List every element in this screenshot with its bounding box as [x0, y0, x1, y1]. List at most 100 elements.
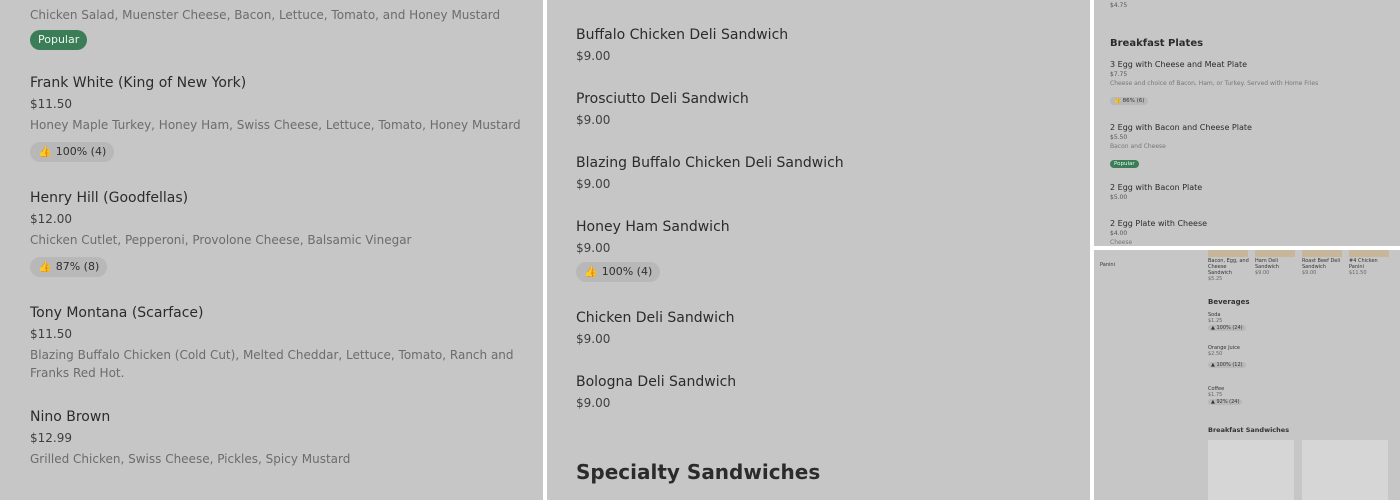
item-name: Bologna Deli Sandwich — [576, 374, 737, 390]
thumbs-up-icon: ▲ — [1211, 362, 1215, 368]
rating-text: 87% (8) — [55, 260, 100, 273]
menu-item-partial[interactable]: $4.75 — [1110, 2, 1390, 9]
item-price: $9.00 — [1302, 270, 1317, 276]
section-title: Breakfast Plates — [1110, 38, 1204, 49]
item-price: $9.00 — [576, 49, 611, 63]
thumbs-up-icon: 👍 — [38, 145, 52, 158]
item-price: $9.00 — [1255, 270, 1270, 276]
item-thumbnail[interactable] — [1302, 440, 1388, 500]
menu-item[interactable]: 2 Egg with Bacon and Cheese Plate $5.50 … — [1110, 123, 1390, 169]
item-price: $7.75 — [1110, 71, 1128, 78]
item-price: $4.00 — [1110, 230, 1128, 237]
popular-badge: Popular — [1110, 160, 1139, 168]
item-price: $9.00 — [576, 396, 611, 410]
menu-item[interactable]: Soda $1.25 ▲ 100% (24) — [1208, 312, 1246, 331]
rating-text: 100% (24) — [1216, 325, 1243, 331]
sidebar-item-panini[interactable]: Panini — [1100, 262, 1115, 268]
item-name: Chicken Deli Sandwich — [576, 310, 735, 326]
item-thumbnail — [1302, 250, 1342, 257]
item-price: $12.00 — [30, 212, 72, 226]
thumbs-up-icon: ▲ — [1211, 325, 1215, 331]
item-name: 3 Egg with Cheese and Meat Plate — [1110, 60, 1248, 69]
item-description: Bacon and Cheese — [1110, 143, 1166, 150]
rating-badge: 👍 86% (6) — [1110, 97, 1149, 105]
item-name: Ham Deli Sandwich — [1255, 258, 1279, 270]
item-thumbnail — [1208, 250, 1248, 257]
rating-text: 100% (4) — [601, 265, 653, 278]
item-name: Frank White (King of New York) — [30, 75, 247, 91]
item-price: $9.00 — [576, 332, 611, 346]
item-description: Chicken Salad, Muenster Cheese, Bacon, L… — [30, 8, 501, 22]
item-name: 2 Egg with Bacon Plate — [1110, 183, 1203, 192]
menu-panel-middle: Buffalo Chicken Deli Sandwich $9.00 Pros… — [547, 0, 1090, 500]
item-thumbnail — [1349, 250, 1389, 257]
item-price: $2.50 — [1208, 351, 1223, 357]
menu-item[interactable]: Henry Hill (Goodfellas) $12.00 Chicken C… — [30, 189, 523, 277]
item-name: #4 Chicken Panini — [1349, 258, 1378, 270]
rating-badge: 👍 100% (4) — [30, 142, 115, 162]
thumb-card[interactable]: #4 Chicken Panini $11.50 — [1349, 258, 1391, 276]
menu-item[interactable]: Bologna Deli Sandwich $9.00 — [576, 373, 1070, 411]
item-price: $4.75 — [1110, 2, 1128, 9]
item-thumbnail[interactable] — [1208, 440, 1294, 500]
item-price: $11.50 — [30, 97, 72, 111]
menu-panel-left: Chicken Salad, Muenster Cheese, Bacon, L… — [0, 0, 543, 500]
menu-item[interactable]: Prosciutto Deli Sandwich $9.00 — [576, 90, 1070, 128]
item-name: Nino Brown — [30, 409, 111, 425]
thumb-card[interactable]: Ham Deli Sandwich $9.00 — [1255, 258, 1297, 276]
item-price: $1.25 — [1208, 318, 1223, 324]
rating-badge: 👍 100% (4) — [576, 262, 661, 282]
menu-item[interactable]: Orange Juice $2.50 ▲ 100% (12) — [1208, 345, 1246, 368]
menu-item[interactable]: Tony Montana (Scarface) $11.50 Blazing B… — [30, 304, 523, 382]
menu-item[interactable]: 2 Egg Plate with Cheese $4.00 Cheese — [1110, 219, 1390, 246]
thumbs-up-icon: 👍 — [1114, 98, 1121, 104]
item-name: Roast Beef Deli Sandwich — [1302, 258, 1341, 270]
menu-item[interactable]: 3 Egg with Cheese and Meat Plate $7.75 C… — [1110, 60, 1390, 106]
section-title: Specialty Sandwiches — [576, 460, 821, 484]
item-price: $9.00 — [576, 113, 611, 127]
item-description: Grilled Chicken, Swiss Cheese, Pickles, … — [30, 452, 351, 466]
menu-item[interactable]: Frank White (King of New York) $11.50 Ho… — [30, 74, 523, 162]
item-description: Honey Maple Turkey, Honey Ham, Swiss Che… — [30, 118, 521, 132]
rating-badge: 👍 87% (8) — [30, 257, 108, 277]
menu-item[interactable]: 2 Egg with Bacon Plate $5.00 — [1110, 183, 1390, 201]
section-title: Breakfast Sandwiches — [1208, 426, 1290, 434]
rating-badge: ▲ 100% (24) — [1208, 325, 1246, 331]
rating-text: 100% (4) — [55, 145, 107, 158]
menu-item[interactable]: Coffee $1.75 ▲ 92% (24) — [1208, 386, 1243, 405]
menu-item-chicken-salad-partial[interactable]: Chicken Salad, Muenster Cheese, Bacon, L… — [30, 6, 523, 50]
item-name: Prosciutto Deli Sandwich — [576, 91, 749, 107]
item-price: $9.00 — [576, 241, 611, 255]
thumb-card[interactable]: Bacon, Egg, and Cheese Sandwich $5.25 — [1208, 258, 1250, 282]
item-description: Blazing Buffalo Chicken (Cold Cut), Melt… — [30, 348, 514, 380]
menu-item[interactable]: Honey Ham Sandwich $9.00 👍 100% (4) — [576, 218, 1070, 282]
rating-text: 100% (12) — [1216, 362, 1243, 368]
item-price: $1.75 — [1208, 392, 1223, 398]
section-heading: Specialty Sandwiches — [576, 460, 1070, 484]
item-price: $12.99 — [30, 431, 72, 445]
item-name: Tony Montana (Scarface) — [30, 305, 204, 321]
item-price: $5.25 — [1208, 276, 1223, 282]
item-name: 2 Egg Plate with Cheese — [1110, 219, 1208, 228]
item-price: $11.50 — [30, 327, 72, 341]
section-heading: Breakfast Plates — [1110, 38, 1390, 49]
item-name: 2 Egg with Bacon and Cheese Plate — [1110, 123, 1252, 132]
item-description: Chicken Cutlet, Pepperoni, Provolone Che… — [30, 233, 412, 247]
item-name: Henry Hill (Goodfellas) — [30, 190, 189, 206]
rating-badge: ▲ 92% (24) — [1208, 399, 1243, 405]
menu-item[interactable]: Buffalo Chicken Deli Sandwich $9.00 — [576, 26, 1070, 64]
item-description: Cheese and choice of Bacon, Ham, or Turk… — [1110, 80, 1319, 87]
menu-item[interactable]: Chicken Deli Sandwich $9.00 — [576, 309, 1070, 347]
menu-item[interactable]: Blazing Buffalo Chicken Deli Sandwich $9… — [576, 154, 1070, 192]
menu-panel-small-top: $4.75 Breakfast Plates 3 Egg with Cheese… — [1094, 0, 1400, 246]
thumbs-up-icon: 👍 — [38, 260, 52, 273]
item-description: Cheese — [1110, 239, 1133, 246]
item-name: Bacon, Egg, and Cheese Sandwich — [1208, 258, 1249, 276]
menu-item[interactable]: Nino Brown $12.99 Grilled Chicken, Swiss… — [30, 408, 523, 468]
menu-panel-small-bottom: Panini Bacon, Egg, and Cheese Sandwich $… — [1094, 250, 1400, 500]
thumbs-up-icon: ▲ — [1211, 399, 1215, 405]
item-name: Honey Ham Sandwich — [576, 219, 730, 235]
rating-badge: ▲ 100% (12) — [1208, 362, 1246, 368]
item-price: $5.50 — [1110, 134, 1128, 141]
thumb-card[interactable]: Roast Beef Deli Sandwich $9.00 — [1302, 258, 1344, 276]
